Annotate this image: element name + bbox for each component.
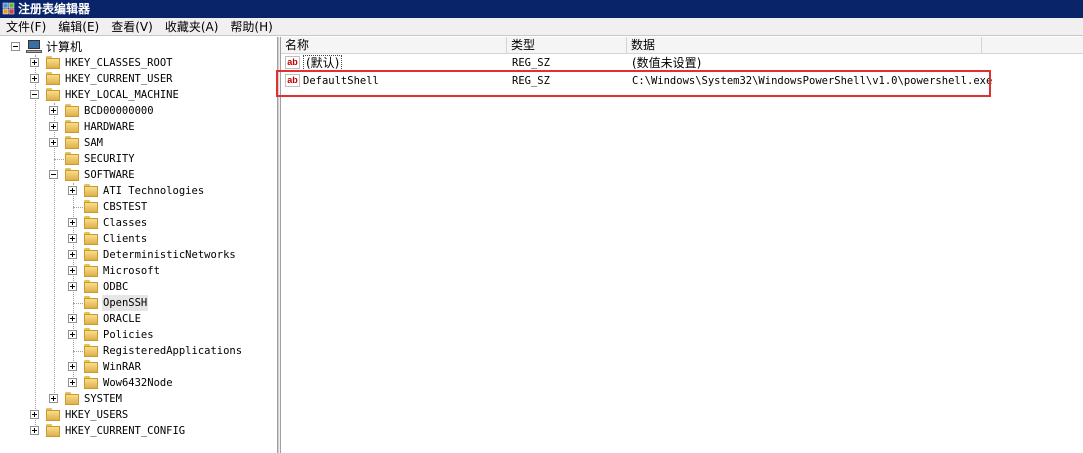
expand-button[interactable] [68, 266, 77, 275]
folder-open-icon [65, 168, 79, 181]
tree-label: CBSTEST [103, 201, 148, 213]
folder-icon [84, 296, 98, 309]
tree-label: SAM [84, 137, 103, 149]
list-header: 名称 类型 数据 [281, 37, 1083, 54]
tree-label: HKEY_CLASSES_ROOT [65, 57, 173, 69]
expand-button[interactable] [49, 394, 58, 403]
collapse-button[interactable] [11, 42, 20, 51]
folder-icon [46, 56, 60, 69]
folder-icon [84, 280, 98, 293]
column-header-type[interactable]: 类型 [507, 37, 627, 54]
folder-open-icon [46, 88, 60, 101]
folder-icon [84, 328, 98, 341]
tree-connector [73, 351, 83, 352]
list-row[interactable]: ab (默认) REG_SZ (数值未设置) [281, 55, 1083, 71]
folder-icon [65, 104, 79, 117]
tree-label: HKEY_CURRENT_USER [65, 73, 173, 85]
tree-label: SYSTEM [84, 393, 122, 405]
expand-button[interactable] [68, 186, 77, 195]
computer-icon [26, 40, 42, 53]
menu-file[interactable]: 文件(F) [0, 18, 52, 36]
menu-bar: 文件(F) 编辑(E) 查看(V) 收藏夹(A) 帮助(H) [0, 18, 1083, 36]
folder-icon [84, 232, 98, 245]
tree-label: SOFTWARE [84, 169, 135, 181]
tree-label: Classes [103, 217, 148, 229]
folder-icon [84, 312, 98, 325]
folder-icon [84, 200, 98, 213]
folder-icon [46, 72, 60, 85]
tree-connector [73, 303, 83, 304]
tree-label: ODBC [103, 281, 129, 293]
tree-connector [54, 159, 64, 160]
folder-icon [46, 408, 60, 421]
menu-favorites[interactable]: 收藏夹(A) [159, 18, 225, 36]
folder-icon [84, 216, 98, 229]
tree-label: HKEY_LOCAL_MACHINE [65, 89, 179, 101]
expand-button[interactable] [30, 74, 39, 83]
value-data: (数值未设置) [632, 56, 702, 70]
folder-icon [65, 152, 79, 165]
tree-label: SECURITY [84, 153, 135, 165]
tree-connector [35, 55, 36, 433]
tree-label: RegisteredApplications [103, 345, 243, 357]
tree-label: DeterministicNetworks [103, 249, 236, 261]
expand-button[interactable] [49, 106, 58, 115]
values-list[interactable]: 名称 类型 数据 ab (默认) REG_SZ (数值未设置) ab Defau… [281, 37, 1083, 453]
menu-edit[interactable]: 编辑(E) [52, 18, 105, 36]
menu-help[interactable]: 帮助(H) [224, 18, 278, 36]
expand-button[interactable] [68, 234, 77, 243]
collapse-button[interactable] [49, 170, 58, 179]
folder-icon [65, 392, 79, 405]
tree-connector [54, 103, 55, 401]
folder-icon [46, 424, 60, 437]
folder-icon [84, 344, 98, 357]
folder-icon [65, 136, 79, 149]
column-header-data[interactable]: 数据 [627, 37, 982, 54]
tree-label: Microsoft [103, 265, 160, 277]
registry-tree[interactable]: 计算机 HKEY_CLASSES_ROOT HKEY_CURRENT_USER … [0, 37, 278, 453]
expand-button[interactable] [30, 58, 39, 67]
tree-label: HARDWARE [84, 121, 135, 133]
column-header-name[interactable]: 名称 [281, 37, 507, 54]
expand-button[interactable] [68, 362, 77, 371]
tree-label-selected: OpenSSH [102, 295, 149, 311]
tree-label: BCD00000000 [84, 105, 154, 117]
value-name: (默认) [303, 55, 343, 71]
expand-button[interactable] [68, 250, 77, 259]
folder-icon [84, 264, 98, 277]
tree-label: Clients [103, 233, 148, 245]
folder-icon [84, 248, 98, 261]
expand-button[interactable] [68, 330, 77, 339]
expand-button[interactable] [68, 378, 77, 387]
expand-button[interactable] [30, 410, 39, 419]
folder-icon [84, 184, 98, 197]
tree-label: Policies [103, 329, 154, 341]
tree-connector [73, 207, 83, 208]
expand-button[interactable] [49, 122, 58, 131]
tree-label: Wow6432Node [103, 377, 173, 389]
folder-icon [84, 360, 98, 373]
tree-label: HKEY_USERS [65, 409, 129, 421]
expand-button[interactable] [49, 138, 58, 147]
expand-button[interactable] [68, 314, 77, 323]
expand-button[interactable] [68, 282, 77, 291]
expand-button[interactable] [30, 426, 39, 435]
tree-label: 计算机 [46, 40, 83, 54]
tree-label: HKEY_CURRENT_CONFIG [65, 425, 186, 437]
value-type: REG_SZ [512, 57, 550, 69]
menu-view[interactable]: 查看(V) [105, 18, 159, 36]
expand-button[interactable] [68, 218, 77, 227]
string-value-icon: ab [285, 56, 300, 69]
regedit-icon [2, 2, 15, 15]
window-title: 注册表编辑器 [18, 2, 91, 16]
tree-label: ATI Technologies [103, 185, 205, 197]
title-bar: 注册表编辑器 [0, 0, 1083, 18]
annotation-highlight-box [276, 70, 991, 97]
tree-label: WinRAR [103, 361, 141, 373]
tree-label: ORACLE [103, 313, 141, 325]
collapse-button[interactable] [30, 90, 39, 99]
folder-icon [65, 120, 79, 133]
folder-icon [84, 376, 98, 389]
